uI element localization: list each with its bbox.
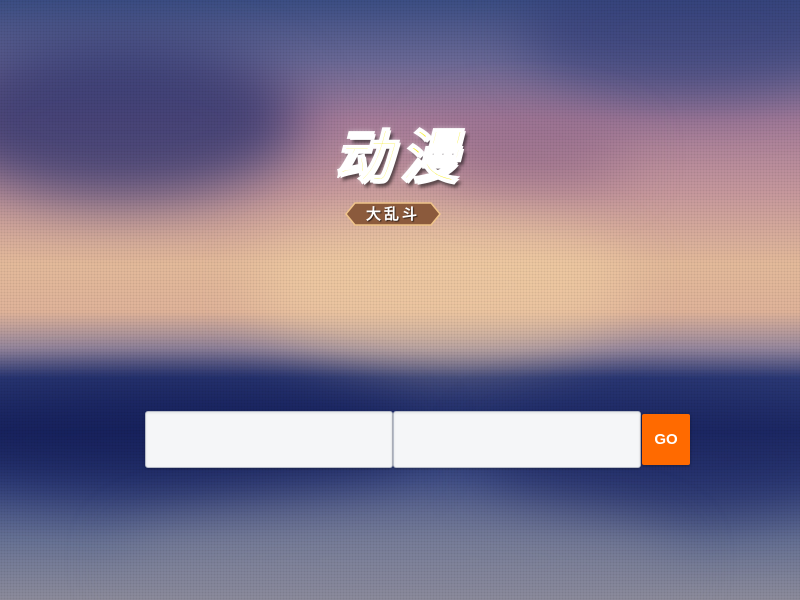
search-input-1[interactable]: [145, 411, 393, 468]
logo-title: 动漫: [333, 122, 466, 192]
site-logo: 动漫 大乱斗: [300, 110, 500, 230]
go-button[interactable]: GO: [642, 414, 690, 465]
search-input-2[interactable]: [393, 411, 641, 468]
logo-badge: 大乱斗: [345, 202, 441, 226]
logo-subtitle: 大乱斗: [365, 205, 420, 223]
background-image: [0, 0, 800, 600]
search-form: GO: [145, 411, 691, 468]
